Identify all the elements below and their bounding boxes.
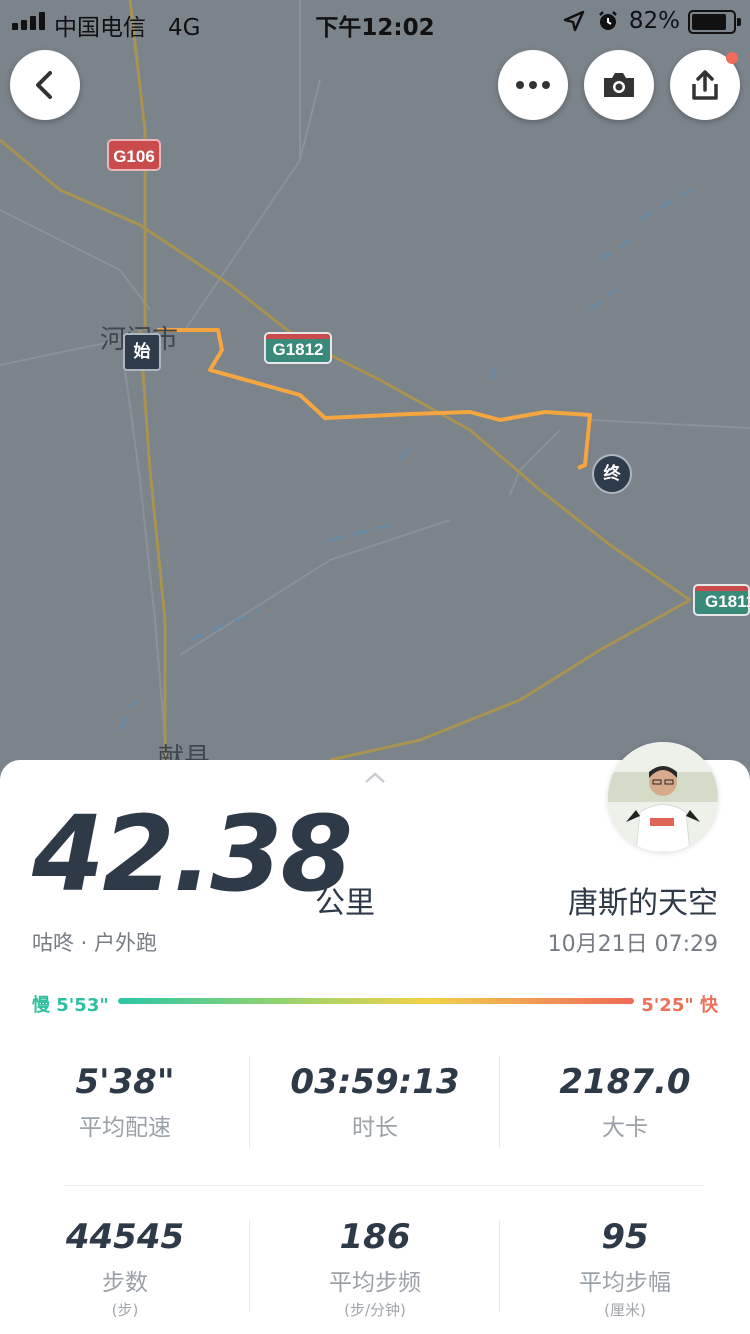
battery-percent: 82%	[628, 8, 680, 34]
stat-label: 步数	[102, 1270, 148, 1296]
stat-label: 时长	[352, 1115, 398, 1141]
avatar-image	[608, 742, 718, 852]
stat-duration: 03:59:13 时长	[250, 1062, 500, 1142]
divider	[499, 1056, 500, 1148]
chevron-left-icon	[36, 71, 52, 99]
stat-unit: (厘米)	[604, 1301, 646, 1319]
route-start-marker: 始	[123, 333, 161, 371]
activity-source: 咕咚 · 户外跑	[32, 931, 158, 955]
camera-icon	[604, 73, 634, 97]
more-button[interactable]	[498, 50, 568, 120]
stat-label: 平均步幅	[579, 1270, 671, 1296]
user-name[interactable]: 唐斯的天空	[568, 878, 718, 922]
share-button[interactable]	[670, 50, 740, 120]
stat-label: 平均步频	[329, 1270, 421, 1296]
activity-date: 10月21日 07:29	[547, 932, 718, 957]
stat-label: 大卡	[602, 1115, 648, 1141]
stat-value: 5'38"	[75, 1062, 175, 1102]
map-roads	[0, 0, 750, 762]
stat-avg-pace: 5'38" 平均配速	[0, 1062, 250, 1142]
ellipsis-icon	[516, 81, 550, 89]
route-map[interactable]: G106 G1812 G1811 河间市 献县 始 终	[0, 0, 750, 800]
alarm-icon	[599, 11, 617, 30]
camera-button[interactable]	[584, 50, 654, 120]
pace-fast-label: 5'25" 快	[641, 995, 718, 1016]
distance-value: 42.38	[32, 793, 353, 915]
stat-cadence: 186 平均步频 (步/分钟)	[250, 1217, 500, 1320]
stat-unit: (步)	[111, 1301, 139, 1319]
battery-icon	[688, 10, 741, 34]
share-icon	[692, 70, 718, 100]
divider	[64, 1185, 704, 1186]
divider	[249, 1220, 250, 1312]
chevron-up-icon[interactable]	[364, 772, 386, 784]
pace-slow-label: 慢 5'53"	[32, 995, 109, 1016]
notification-badge	[726, 52, 738, 64]
distance-unit: 公里	[315, 886, 375, 921]
pace-gradient-bar	[118, 998, 634, 1004]
road-sign-g106: G106	[107, 139, 161, 171]
status-bar: 中国电信 4G 下午12:02 82%	[0, 0, 750, 44]
stat-value: 03:59:13	[290, 1062, 460, 1102]
stat-stride: 95 平均步幅 (厘米)	[500, 1217, 750, 1320]
stat-value: 95	[601, 1217, 649, 1257]
avatar[interactable]	[608, 742, 718, 852]
location-arrow-icon	[563, 10, 585, 32]
stat-label: 平均配速	[79, 1115, 171, 1141]
divider	[249, 1056, 250, 1148]
stat-unit: (步/分钟)	[344, 1301, 406, 1319]
back-button[interactable]	[10, 50, 80, 120]
stat-steps: 44545 步数 (步)	[0, 1217, 250, 1320]
road-sign-g1812: G1812	[264, 332, 332, 364]
divider	[499, 1220, 500, 1312]
route-end-marker: 终	[592, 454, 632, 494]
stat-calories: 2187.0 大卡	[500, 1062, 750, 1142]
stat-value: 2187.0	[559, 1062, 691, 1102]
stat-value: 44545	[65, 1217, 185, 1257]
road-sign-g1811: G1811	[693, 584, 750, 616]
stat-value: 186	[339, 1217, 411, 1257]
